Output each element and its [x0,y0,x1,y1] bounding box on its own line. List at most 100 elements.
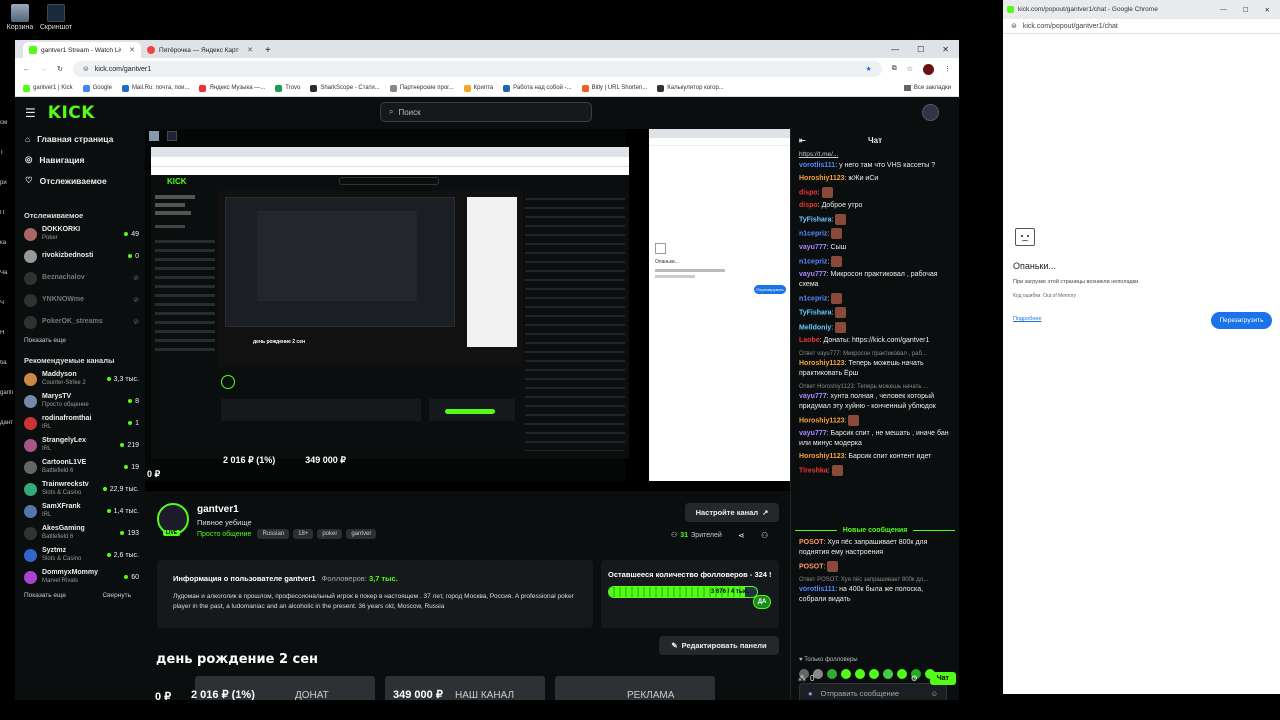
info-panel-card[interactable]: 349 000 ₽ НАШ КАНАЛ [385,676,545,700]
maximize-icon[interactable]: ☐ [917,45,924,54]
chat-username[interactable]: n1cepriz [799,295,827,302]
close-tab-icon[interactable]: ✕ [129,46,135,54]
sidebar-channel[interactable]: Syztmz Slots & Casino 2,6 тыс. [15,544,145,566]
maximize-icon[interactable]: ☐ [1243,6,1249,14]
chat-username[interactable]: Horoshiy1123 [799,175,845,182]
back-icon[interactable]: ← [23,66,30,73]
bookmark-item[interactable]: Bitly | URL Shorten... [581,84,647,92]
bookmark-star-icon[interactable]: ★ [865,65,871,73]
chat-message[interactable]: Laobe: Донаты: https://kick.com/gantver1 [791,334,959,347]
chat-username[interactable]: vorotlis111 [799,586,835,593]
bookmark-item[interactable]: Trovo [275,84,300,92]
follow-user-icon[interactable]: ⚇ [761,531,768,540]
chat-username[interactable]: dispo [799,202,818,209]
category-link[interactable]: Просто общение [197,531,251,538]
desktop-icon-recycle-bin[interactable]: Корзина [0,4,40,31]
reload-icon[interactable]: ↻ [57,65,63,73]
bookmark-item[interactable]: Калькулятор когор... [657,84,724,92]
bookmark-item[interactable]: Работа над собой -... [503,84,572,92]
site-info-icon[interactable]: ⊜ [83,65,89,73]
chat-message[interactable]: dispo: [791,185,959,199]
sidebar-channel[interactable]: MarysTV Просто общение 8 [15,390,145,412]
chat-message[interactable]: Horoshiy1123: [791,413,959,427]
edit-panels-button[interactable]: ✎ Редактировать панели [659,636,779,655]
sidebar-channel[interactable]: Trainwreckstv Slots & Casino 22,9 тыс. [15,478,145,500]
tab-yandex-maps[interactable]: Пятёрочка — Яндекс Карты ✕ [141,42,259,58]
bookmark-item[interactable]: gantver1 | Kick [23,84,73,92]
chat-username[interactable]: Tireshka [799,468,828,475]
chat-username[interactable]: n1cepriz [799,258,827,265]
chat-message[interactable]: vayu777: Микросон практиковал , рабочая … [791,268,959,291]
video-player[interactable]: KICK день рождение 2 сен 2 016 ₽ (1%) 34… [145,129,790,491]
setup-channel-button[interactable]: Настройте канал ↗ [685,503,779,522]
chat-message[interactable]: Ответ POSOT: Хуя пёс запрашивает 800к дл… [791,573,959,606]
chat-message[interactable]: vayu777: Барсик спит , не мешать , иначе… [791,428,959,451]
chat-username[interactable]: Horoshiy1123 [799,453,845,460]
bookmark-item[interactable]: Яндекс Музыка —... [199,84,265,92]
close-window-icon[interactable]: ✕ [942,45,949,54]
chat-message[interactable]: Melldoniy: [791,320,959,334]
chat-username[interactable]: dispo [799,189,818,196]
info-panel-card[interactable]: 0 ₽ РЕКЛАМА [155,676,715,700]
show-more-recommended[interactable]: Показать еще [24,592,66,599]
sidebar-channel[interactable]: rodinafromthai IRL 1 [15,412,145,434]
kick-logo[interactable]: KICK [48,103,95,123]
menu-icon[interactable]: ⋮ [944,65,951,73]
site-info-icon[interactable]: ⊜ [1011,22,1017,30]
emoji-icon[interactable]: ☺ [930,689,938,698]
points-icon[interactable]: ⁂ [798,674,806,683]
sidebar-nav-item[interactable]: ◎ Навигация [15,149,145,170]
share-icon[interactable]: ⋖ [738,531,745,540]
new-tab-button[interactable]: + [259,45,277,58]
minimize-icon[interactable]: — [891,45,899,54]
tab-kick[interactable]: gantver1 Stream - Watch Live o ✕ [23,42,141,58]
sidebar-channel[interactable]: DommyxMommy Marvel Rivals 60 [15,566,145,588]
settings-icon[interactable]: ⚙ [911,674,918,683]
reload-button[interactable]: Перезагрузить [1211,312,1272,329]
sidebar-channel[interactable]: AkesGaming Battlefield 6 193 [15,522,145,544]
sidebar-channel[interactable]: CartoonL1VE Battlefield 6 19 [15,456,145,478]
sidebar-channel[interactable]: rivokizbednosti 0 [15,245,145,267]
user-avatar[interactable] [922,104,939,121]
chat-message[interactable]: Ответ Horoshiy1123: Теперь можешь начать… [791,380,959,413]
tag-chip[interactable]: Russian [257,529,290,539]
chat-message[interactable]: n1cepriz: [791,291,959,305]
reading-list-icon[interactable]: ☆ [907,65,913,73]
chat-pinned-link[interactable]: https://t.me/... [791,151,959,159]
sidebar-channel[interactable]: Beznachalov ⊘ [15,267,145,289]
chat-username[interactable]: vayu777 [799,244,827,251]
chat-message[interactable]: TyFishara: [791,212,959,226]
close-tab-icon[interactable]: ✕ [247,46,253,54]
channel-name[interactable]: gantver1 [197,504,239,515]
sidebar-channel[interactable]: DOKKORKI Poker 49 [15,223,145,245]
send-chat-button[interactable]: Чат [929,671,956,685]
chat-username[interactable]: vayu777 [799,430,827,437]
chat-username[interactable]: vayu777 [799,393,827,400]
minimize-icon[interactable]: — [1220,6,1227,14]
chat-username[interactable]: TyFishara [799,310,832,317]
tag-chip[interactable]: gantver [346,529,377,539]
url-field[interactable]: ⊜ kick.com/gantver1 ★ [72,61,882,77]
chat-message[interactable]: n1cepriz: [791,254,959,268]
bookmark-item[interactable]: Партнерские прог... [389,84,454,92]
chat-message[interactable]: Horoshiy1123: Барсик спит контент идет [791,451,959,464]
close-window-icon[interactable]: ✕ [1265,6,1270,14]
chat-message[interactable]: Tireshka: [791,464,959,478]
chat-username[interactable]: vayu777 [799,271,827,278]
chat-message[interactable]: n1cepriz: [791,227,959,241]
extensions-icon[interactable]: ⧉ [892,65,897,73]
chat-message[interactable]: POSOT: [791,559,959,573]
details-link[interactable]: Подробнее [1013,316,1042,322]
microphone-icon[interactable]: ● [808,689,813,698]
all-bookmarks[interactable]: Все закладки [903,85,951,91]
sidebar-channel[interactable]: PokerOK_streams ⊘ [15,311,145,333]
sidebar-nav-item[interactable]: ♡ Отслеживаемое [15,170,145,191]
chat-message[interactable]: vorotlis111: у него там что VHS кассеты … [791,159,959,172]
search-input[interactable]: ⌕ Поиск [380,102,592,122]
chat-message[interactable]: Horoshiy1123: жЖи иСи [791,172,959,185]
sidebar-channel[interactable]: StrangelyLex IRL 219 [15,434,145,456]
desktop-icon-screenshot[interactable]: Скриншот [36,4,76,31]
sidebar-channel[interactable]: SamXFrank IRL 1,4 тыс. [15,500,145,522]
chat-username[interactable]: Horoshiy1123 [799,360,845,367]
collapse-link[interactable]: Свернуть [102,592,131,599]
